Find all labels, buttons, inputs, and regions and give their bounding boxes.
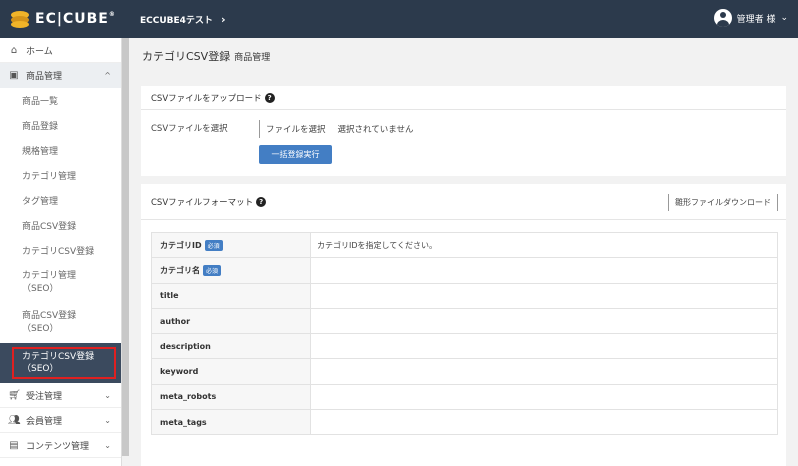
ec-cube-logo[interactable]: EC|CUBE® [0,9,132,29]
field-name-cell: meta_robots [151,383,311,411]
table-row: meta_tags [151,409,778,436]
field-description-cell [310,333,778,360]
field-name-cell: title [151,282,311,309]
home-icon: ⌂ [10,44,18,56]
sidebar-sub-product-csv-seo[interactable]: 商品CSV登録 （SEO） [0,303,121,343]
template-download-button[interactable]: 雛形ファイルダウンロード [668,194,778,211]
sidebar-item-home[interactable]: ⌂ ホーム [0,38,121,63]
bulk-register-button[interactable]: 一括登録実行 [259,145,332,164]
chevron-down-icon: ⌄ [780,13,788,23]
table-row: author [151,307,778,335]
question-icon[interactable]: ? [264,92,275,103]
field-name-cell: meta_tags [151,409,311,436]
document-icon: ▤ [9,439,19,451]
sidebar-sub-product-list[interactable]: 商品一覧 [0,88,121,113]
sidebar-item-products[interactable]: ▣ 商品管理 ^ [0,63,121,88]
sidebar-item-orders[interactable]: 🛒︎ 受注管理 ⌄ [0,383,121,408]
field-name-cell: カテゴリID 必須 [151,231,311,259]
sidebar-item-contents[interactable]: ▤ コンテンツ管理 ⌄ [0,433,121,458]
format-card: CSVファイルフォーマット ? 雛形ファイルダウンロード カテゴリID 必須 カテゴ… [141,184,786,466]
sidebar: ⌂ ホーム ▣ 商品管理 ^ 商品一覧 商品登録 規格管理 カテゴリ管理 タグ管… [0,38,129,466]
chevron-down-icon: ⌄ [104,390,111,400]
field-description-cell [310,307,778,335]
field-description-cell [310,358,778,385]
field-description-cell [310,409,778,436]
required-badge: 必須 [203,264,222,276]
question-icon[interactable]: ? [256,196,267,207]
field-description-cell: カテゴリIDを指定してください。 [310,231,778,259]
chevron-down-icon: ⌄ [104,415,111,425]
table-row: title [151,282,778,309]
shop-name-link[interactable]: ECCUBE4テスト [140,13,213,26]
field-name-cell: description [151,333,311,360]
page-title: カテゴリCSV登録 商品管理 [142,50,271,63]
choose-file-button[interactable]: ファイルを選択 [259,120,332,138]
sidebar-sub-product-csv[interactable]: 商品CSV登録 [0,213,121,238]
user-menu[interactable]: 管理者 様 ⌄ [713,9,788,27]
field-description-cell [310,257,778,284]
chevron-down-icon: ⌄ [104,440,111,450]
format-card-header: CSVファイルフォーマット ? 雛形ファイルダウンロード [141,184,786,220]
top-header: EC|CUBE® ECCUBE4テスト › 管理者 様 ⌄ [0,0,798,38]
sidebar-item-members[interactable]: 👥︎ 会員管理 ⌄ [0,408,121,433]
chevron-up-icon: ^ [104,71,111,80]
cart-icon: 🛒︎ [8,389,21,401]
required-badge: 必須 [204,239,223,251]
table-row: meta_robots [151,383,778,411]
sidebar-sub-category[interactable]: カテゴリ管理 [0,163,121,188]
sidebar-sub-category-csv[interactable]: カテゴリCSV登録 [0,238,121,263]
cube-logo-icon [10,9,30,29]
table-row: keyword [151,358,778,385]
sidebar-scrollbar[interactable] [122,38,129,456]
chevron-right-icon[interactable]: › [221,13,226,26]
table-row: カテゴリ名 必須 [151,257,778,284]
logo-text: EC|CUBE® [35,11,116,27]
page-subtitle: 商品管理 [234,53,271,63]
csv-format-table: カテゴリID 必須 カテゴリIDを指定してください。 カテゴリ名 必須 title auth… [151,231,778,436]
field-name-cell: カテゴリ名 必須 [151,257,311,284]
user-name: 管理者 様 [736,14,776,25]
file-status: 選択されていません [337,125,414,135]
upload-card-header: CSVファイルをアップロード ? [141,86,786,110]
sidebar-sub-product-register[interactable]: 商品登録 [0,113,121,138]
sidebar-sub-class[interactable]: 規格管理 [0,138,121,163]
upload-card: CSVファイルをアップロード ? CSVファイルを選択 ファイルを選択 選択され… [141,86,786,176]
box-icon: ▣ [9,70,19,81]
sidebar-sub-category-seo[interactable]: カテゴリ管理 （SEO） [0,263,121,303]
sidebar-sub-tag[interactable]: タグ管理 [0,188,121,213]
sidebar-sub-category-csv-seo-active[interactable]: カテゴリCSV登録 （SEO） [0,343,121,383]
field-name-cell: author [151,307,311,335]
field-name-cell: keyword [151,358,311,385]
field-description-cell [310,282,778,309]
table-row: カテゴリID 必須 カテゴリIDを指定してください。 [151,231,778,259]
file-select-label: CSVファイルを選択 [151,124,228,134]
active-highlight-box: カテゴリCSV登録 （SEO） [12,347,116,379]
user-avatar-icon [713,9,732,27]
file-input[interactable]: ファイルを選択 選択されていません [259,120,414,138]
field-description-cell [310,383,778,411]
table-row: description [151,333,778,360]
users-icon: 👥︎ [8,414,21,426]
